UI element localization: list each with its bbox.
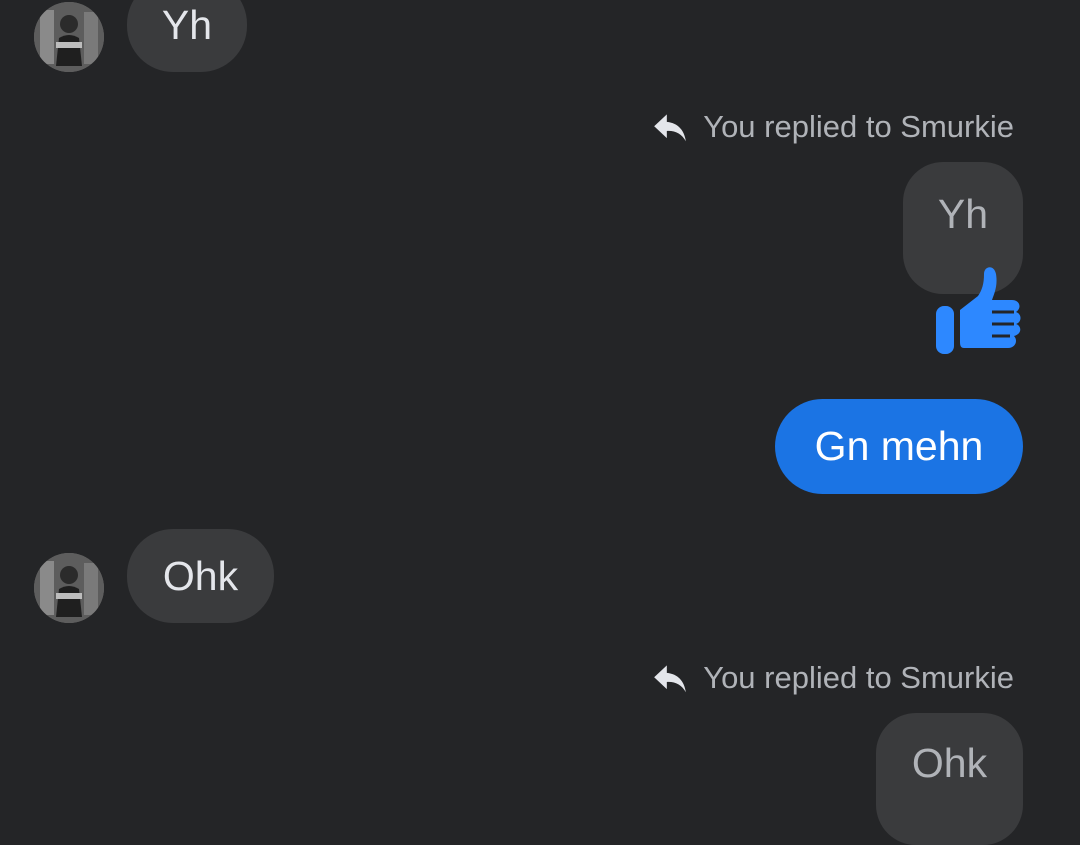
message-text: Ohk	[162, 552, 239, 599]
outgoing-message-bubble[interactable]: Gn mehn	[775, 399, 1023, 494]
quoted-message-bubble[interactable]: Ohk	[876, 713, 1023, 845]
message-text: Gn mehn	[814, 423, 984, 469]
reply-label-text: You replied to Smurkie	[703, 660, 1014, 695]
reply-indicator: You replied to Smurkie	[651, 659, 1014, 697]
contact-avatar-image	[34, 553, 104, 623]
reply-arrow-icon	[654, 114, 687, 142]
message-text: Yh	[161, 1, 213, 48]
contact-avatar-image	[34, 2, 104, 72]
quoted-message-text: Yh	[937, 190, 989, 237]
incoming-message-bubble[interactable]: Yh	[127, 0, 247, 72]
contact-avatar[interactable]	[34, 553, 104, 623]
quoted-message-text: Ohk	[911, 739, 988, 786]
reply-label-text: You replied to Smurkie	[703, 109, 1014, 144]
incoming-message-bubble[interactable]: Ohk	[127, 529, 274, 623]
thumbs-up-icon[interactable]	[934, 264, 1024, 356]
contact-avatar[interactable]	[34, 2, 104, 72]
reply-indicator: You replied to Smurkie	[651, 108, 1014, 146]
reply-arrow-icon	[654, 665, 687, 693]
